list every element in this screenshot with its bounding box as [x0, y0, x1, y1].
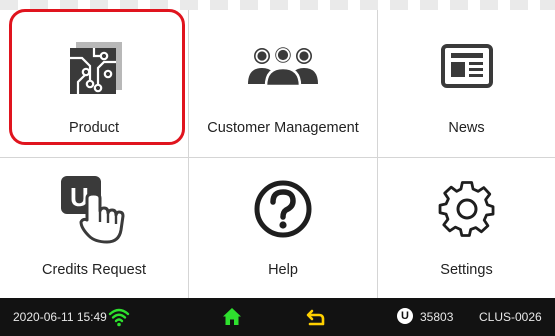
top-divider-strip: [0, 0, 555, 10]
tile-help-label: Help: [268, 262, 298, 278]
back-icon[interactable]: [306, 307, 326, 330]
status-datetime: 2020-06-11 15:49: [13, 310, 107, 324]
device-id: CLUS-0026: [479, 310, 542, 324]
tile-settings[interactable]: Settings: [378, 158, 555, 298]
question-circle-icon: [251, 172, 315, 246]
tile-credits-request-label: Credits Request: [42, 262, 146, 278]
users-group-icon: [247, 34, 319, 98]
tile-credits-request[interactable]: U Credits Request: [0, 158, 189, 298]
main-menu-grid: Product Customer Management News U Credi…: [0, 10, 555, 298]
tile-product[interactable]: Product: [0, 10, 189, 158]
tile-help[interactable]: Help: [189, 158, 378, 298]
tile-news-label: News: [448, 120, 485, 136]
wifi-icon: [108, 307, 130, 330]
tile-settings-label: Settings: [440, 262, 493, 278]
home-icon[interactable]: [222, 307, 242, 330]
tile-customer-management[interactable]: Customer Management: [189, 10, 378, 158]
credit-hand-icon: U: [57, 172, 131, 246]
tile-product-label: Product: [69, 120, 119, 136]
circuit-board-icon: [58, 34, 130, 98]
tile-customer-management-label: Customer Management: [207, 120, 359, 136]
status-bar: 2020-06-11 15:49 U 35803 CLUS-0026: [0, 298, 555, 336]
tile-news[interactable]: News: [378, 10, 555, 158]
credit-count: 35803: [420, 310, 454, 324]
newspaper-icon: [439, 34, 495, 98]
credit-badge-icon: U: [397, 308, 413, 324]
gear-icon: [436, 172, 498, 246]
